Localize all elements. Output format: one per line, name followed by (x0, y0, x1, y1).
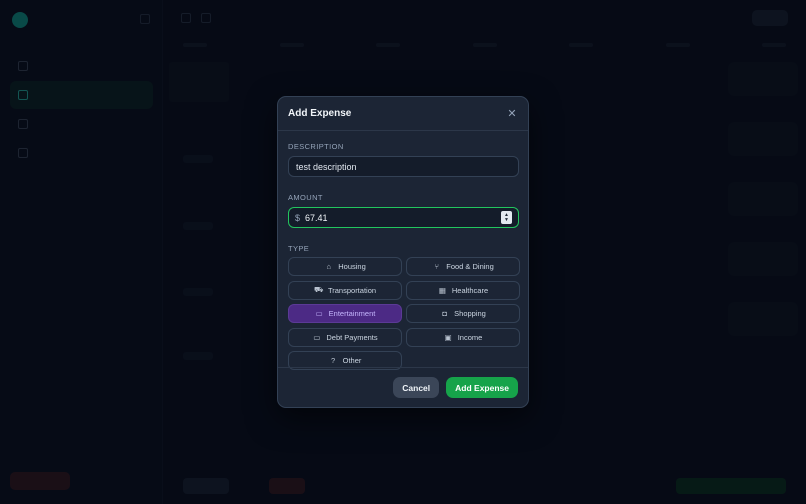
dialog-title: Add Expense (288, 108, 352, 119)
type-label: Other (342, 356, 362, 365)
amount-label: AMOUNT (288, 193, 323, 202)
type-label: Healthcare (451, 285, 489, 295)
type-label: Entertainment (328, 309, 376, 318)
type-label: Debt Payments (326, 332, 378, 342)
type-shopping-button[interactable]: ◘ Shopping (406, 304, 520, 323)
description-input[interactable] (288, 156, 519, 177)
dollar-icon: $ (295, 212, 301, 223)
type-label: Food & Dining (446, 262, 494, 271)
amount-field[interactable]: $ ▲ ▼ (288, 207, 519, 228)
close-icon[interactable]: ✕ (505, 107, 519, 121)
type-healthcare-button[interactable]: ▦ Healthcare (406, 280, 520, 300)
type-transportation-button[interactable]: ⛟ Transportation (288, 280, 402, 300)
car-icon: ⛟ (313, 285, 324, 294)
type-label: TYPE (288, 244, 310, 253)
dialog-footer: Cancel Add Expense (278, 367, 528, 407)
amount-stepper[interactable]: ▲ ▼ (501, 211, 512, 224)
building-icon: ▦ (438, 285, 446, 295)
home-icon: ⌂ (326, 262, 331, 271)
add-expense-button[interactable]: Add Expense (446, 377, 518, 398)
tv-icon: ▭ (315, 309, 323, 318)
type-debt-payments-button[interactable]: ▭ Debt Payments (288, 327, 402, 347)
add-expense-dialog: Add Expense ✕ DESCRIPTION AMOUNT $ ▲ ▼ T… (277, 96, 529, 408)
type-income-button[interactable]: ▣ Income (406, 327, 520, 347)
question-icon: ? (331, 356, 336, 365)
type-entertainment-button[interactable]: ▭ Entertainment (288, 304, 402, 323)
type-options: ⌂ Housing ⑂ Food & Dining ⛟ Transportati… (288, 257, 520, 370)
bag-icon: ◘ (442, 309, 447, 318)
type-label: Shopping (454, 309, 486, 318)
type-label: Income (457, 332, 483, 342)
utensils-icon: ⑂ (434, 262, 439, 271)
stepper-down-icon[interactable]: ▼ (504, 217, 509, 223)
dialog-body: DESCRIPTION AMOUNT $ ▲ ▼ TYPE ⌂ Housing … (278, 131, 528, 370)
type-label: Transportation (327, 285, 377, 295)
dialog-header: Add Expense ✕ (278, 97, 528, 131)
type-label: Housing (338, 262, 366, 271)
description-label: DESCRIPTION (288, 142, 344, 151)
credit-card-icon: ▭ (313, 332, 321, 342)
briefcase-icon: ▣ (444, 332, 452, 342)
cancel-button[interactable]: Cancel (393, 377, 440, 398)
amount-input[interactable] (305, 212, 486, 223)
type-food-dining-button[interactable]: ⑂ Food & Dining (406, 257, 520, 276)
type-housing-button[interactable]: ⌂ Housing (288, 257, 402, 276)
